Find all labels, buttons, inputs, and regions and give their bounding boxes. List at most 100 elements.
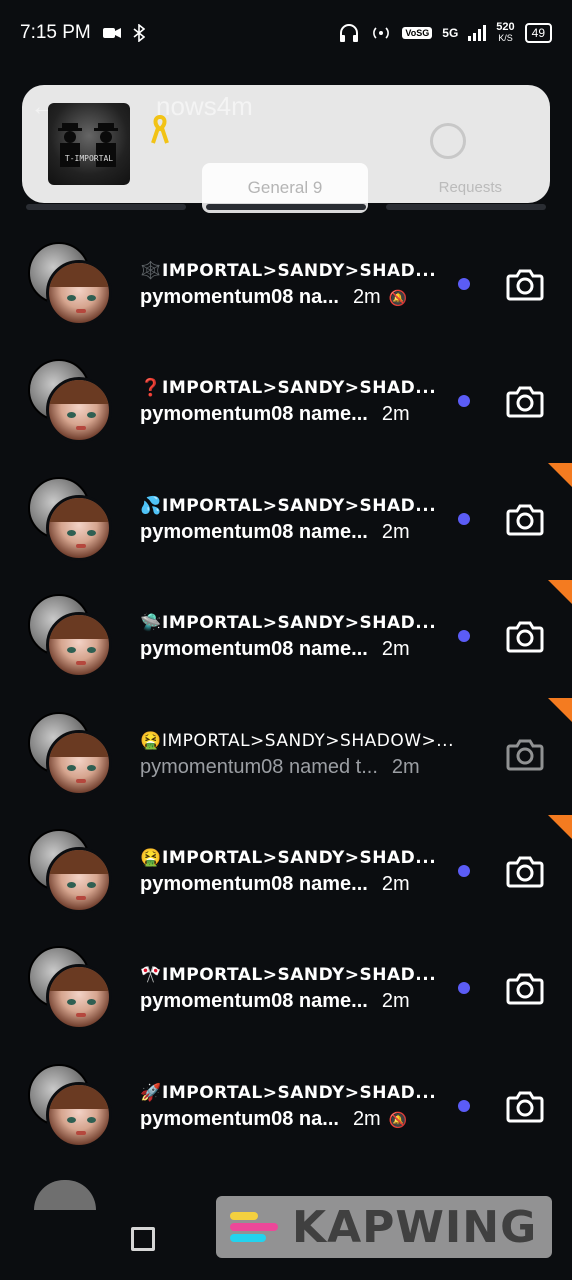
thread-title-text: IMPORTAL>SANDY>SHAD... [162, 1082, 437, 1103]
camera-icon[interactable] [506, 383, 544, 419]
unread-dot [458, 630, 470, 643]
status-bar: 7:15 PM VoSG 5G 520 K/S 49 [0, 0, 572, 66]
thread-list: 🕸️IMPORTAL>SANDY>SHAD... pymomentum08 na… [0, 226, 572, 1165]
muted-bell-icon: 🔕 [388, 290, 408, 307]
avatar [46, 377, 112, 444]
thread-preview: pymomentum08 na... [140, 1107, 339, 1130]
thread-preview-line: pymomentum08 name... 2m [140, 873, 410, 896]
unread-dot [458, 1099, 470, 1112]
thread-preview-line: pymomentum08 name... 2m [140, 521, 410, 544]
thread-age: 2m [381, 638, 410, 661]
thread-emoji: 🤮 [140, 847, 162, 868]
thread-preview-line: pymomentum08 named t... 2m [140, 756, 420, 779]
notification-banner[interactable]: T-IMPORTAL General 9 Requests [22, 85, 550, 213]
thread-preview: pymomentum08 name... [140, 403, 368, 426]
orange-corner-marker [548, 697, 572, 722]
thread-title: 🕸️IMPORTAL>SANDY>SHAD... [140, 261, 436, 281]
camera-icon[interactable] [506, 266, 544, 302]
thread-title-text: IMPORTAL>SANDY>SHAD... [162, 965, 437, 986]
hotspot-icon [373, 27, 390, 39]
thread-age: 2m [352, 286, 381, 308]
thread-age: 2m [352, 1107, 381, 1130]
thumbnail-text: T-IMPORTAL [64, 154, 114, 163]
tab-requests[interactable]: Requests [439, 179, 502, 196]
kapwing-logo-icon [230, 1212, 282, 1242]
thread-emoji: 🤮 [140, 730, 162, 751]
yellow-ribbon-icon [151, 115, 169, 144]
tab-general-label: General 9 [247, 178, 323, 197]
thread-preview: pymomentum08 name... [140, 638, 368, 661]
orange-corner-marker [548, 462, 572, 487]
thread-title-text: IMPORTAL>SANDY>SHAD... [162, 378, 437, 399]
avatar [46, 1081, 112, 1148]
watermark-text: KAPWING [292, 1201, 538, 1253]
thread-emoji: 🚀 [140, 1082, 162, 1103]
avatar [46, 260, 112, 326]
unread-dot [458, 512, 470, 525]
avatar [46, 964, 112, 1031]
kapwing-watermark: KAPWING [216, 1196, 552, 1258]
camera-icon[interactable] [506, 853, 544, 889]
muted-bell-icon: 🔕 [388, 1111, 408, 1129]
status-time: 7:15 PM [20, 22, 91, 43]
avatar [46, 612, 112, 679]
thread-preview-line: pymomentum08 na... 2m 🔕 [140, 286, 407, 309]
thread-row[interactable]: 🚀IMPORTAL>SANDY>SHAD... pymomentum08 na.… [0, 1048, 572, 1165]
network-label: 5G [442, 26, 459, 40]
loading-spinner-icon [430, 123, 466, 159]
thread-row[interactable]: 🤮IMPORTAL>SANDY>SHADOW>... pymomentum08 … [0, 696, 572, 813]
thread-age: 2m [381, 872, 410, 895]
camera-icon[interactable] [506, 736, 544, 772]
thread-age: 2m [381, 403, 410, 426]
thread-title-text: IMPORTAL>SANDY>SHAD... [162, 847, 437, 868]
thread-title: 🎌IMPORTAL>SANDY>SHAD... [140, 965, 436, 985]
thread-title: 🤮IMPORTAL>SANDY>SHAD... [140, 848, 436, 868]
thread-title: 🤮IMPORTAL>SANDY>SHADOW>... [140, 731, 454, 751]
thread-row[interactable]: 🤮IMPORTAL>SANDY>SHAD... pymomentum08 nam… [0, 813, 572, 930]
thread-preview: pymomentum08 name... [140, 872, 368, 895]
camera-icon[interactable] [506, 970, 544, 1006]
thread-preview-line: pymomentum08 name... 2m [140, 990, 410, 1013]
thread-preview: pymomentum08 name... [140, 520, 368, 543]
unread-dot [458, 278, 470, 290]
thread-row[interactable]: 🎌IMPORTAL>SANDY>SHAD... pymomentum08 nam… [0, 930, 572, 1047]
camera-icon[interactable] [506, 501, 544, 537]
thread-title-text: IMPORTAL>SANDY>SHAD... [162, 261, 437, 281]
thread-preview-line: pymomentum08 name... 2m [140, 638, 410, 661]
thread-emoji: 🕸️ [140, 261, 162, 281]
thread-emoji: ❓ [140, 378, 162, 399]
thread-title-text: IMPORTAL>SANDY>SHAD... [162, 495, 437, 516]
thread-row[interactable]: 🛸IMPORTAL>SANDY>SHAD... pymomentum08 nam… [0, 578, 572, 695]
avatar [46, 494, 112, 561]
notification-thumbnail: T-IMPORTAL [48, 103, 130, 185]
headphones-icon [340, 24, 359, 42]
thread-emoji: 💦 [140, 495, 162, 516]
unread-dot [458, 982, 470, 995]
battery-indicator: 49 [524, 23, 552, 43]
thread-preview: pymomentum08 name... [140, 990, 368, 1013]
thread-row[interactable]: ❓IMPORTAL>SANDY>SHAD... pymomentum08 nam… [0, 343, 572, 460]
avatar [46, 729, 112, 796]
thread-title: 🚀IMPORTAL>SANDY>SHAD... [140, 1083, 436, 1103]
thread-row[interactable]: 💦IMPORTAL>SANDY>SHAD... pymomentum08 nam… [0, 461, 572, 578]
orange-corner-marker [548, 814, 572, 839]
thread-title: 🛸IMPORTAL>SANDY>SHAD... [140, 613, 436, 633]
camera-icon[interactable] [506, 618, 544, 654]
unread-dot [458, 395, 470, 408]
thread-preview: pymomentum08 na... [140, 286, 339, 308]
camera-icon[interactable] [506, 1088, 544, 1124]
thread-title: ❓IMPORTAL>SANDY>SHAD... [140, 378, 436, 398]
bluetooth-icon [133, 24, 145, 42]
thread-preview: pymomentum08 named t... [140, 755, 378, 778]
net-speed-value: 520 [496, 21, 515, 33]
thread-title: 💦IMPORTAL>SANDY>SHAD... [140, 496, 436, 516]
avatar [34, 1180, 96, 1210]
unread-dot [458, 864, 470, 877]
thread-preview-line: pymomentum08 name... 2m [140, 403, 410, 426]
volte-badge: VoSG [402, 27, 433, 39]
recent-apps-button[interactable] [131, 1227, 155, 1251]
thread-row[interactable]: 🕸️IMPORTAL>SANDY>SHAD... pymomentum08 na… [0, 226, 572, 343]
avatar [46, 846, 112, 913]
thread-title-text: IMPORTAL>SANDY>SHAD... [162, 613, 437, 634]
thread-emoji: 🎌 [140, 965, 162, 986]
